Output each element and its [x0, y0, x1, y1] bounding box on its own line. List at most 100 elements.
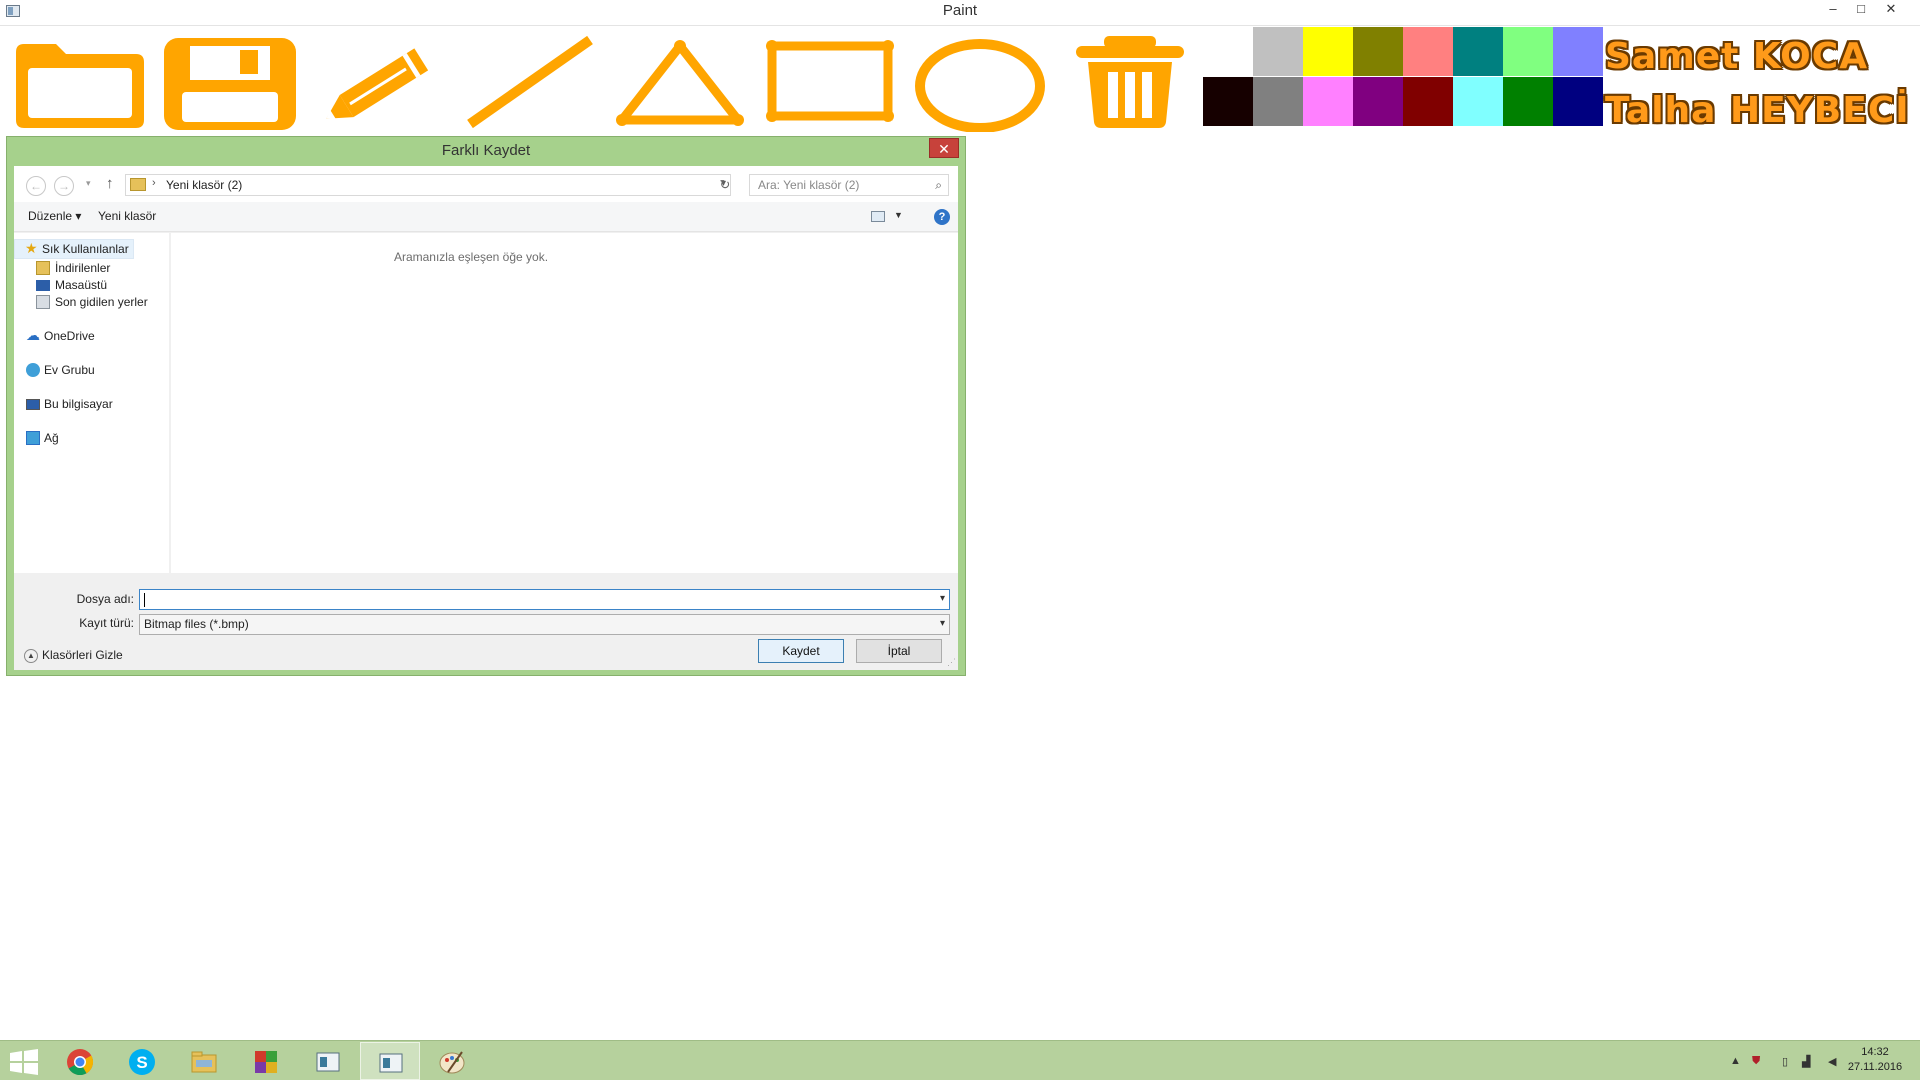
refresh-button[interactable]: ↻ — [714, 174, 736, 196]
close-button[interactable]: ✕ — [1878, 0, 1904, 20]
filetype-value: Bitmap files (*.bmp) — [144, 617, 249, 631]
save-floppy-icon[interactable] — [160, 32, 300, 132]
cancel-button[interactable]: İptal — [856, 639, 942, 663]
save-button[interactable]: Kaydet — [758, 639, 844, 663]
cloud-icon: ☁ — [26, 327, 40, 343]
hide-folders-toggle[interactable]: ▲ Klasörleri Gizle — [24, 648, 123, 663]
color-swatch[interactable] — [1303, 27, 1353, 76]
color-swatch[interactable] — [1453, 77, 1503, 126]
nav-label: Ağ — [44, 431, 59, 445]
save-as-dialog: Farklı Kaydet ✕ ← → ▾ ↑ › Yeni klasör (2… — [6, 136, 966, 676]
paint-palette-icon — [439, 1051, 465, 1074]
file-list[interactable]: Aramanızla eşleşen öğe yok. — [171, 233, 958, 573]
rectangle-tool-icon[interactable] — [760, 32, 900, 132]
recent-locations-dropdown[interactable]: ▾ — [86, 178, 91, 189]
winrar-icon — [255, 1051, 277, 1073]
color-swatch[interactable] — [1203, 77, 1253, 126]
taskbar-app-window-1[interactable] — [298, 1042, 358, 1080]
ellipse-tool-icon[interactable] — [910, 32, 1050, 133]
maximize-button[interactable]: □ — [1848, 0, 1874, 20]
color-swatch[interactable] — [1553, 77, 1603, 126]
nav-item-recent-places[interactable]: Son gidilen yerler — [14, 293, 170, 313]
search-input[interactable]: Ara: Yeni klasör (2) ⌕ — [749, 174, 949, 196]
empty-results-message: Aramanızla eşleşen öğe yok. — [393, 250, 549, 264]
trash-icon[interactable] — [1060, 32, 1200, 132]
nav-label: Masaüstü — [55, 278, 108, 292]
address-bar[interactable]: › Yeni klasör (2) ▾ — [125, 174, 731, 196]
system-clock[interactable]: 14:32 27.11.2016 — [1840, 1045, 1910, 1075]
filetype-dropdown-icon[interactable]: ▾ — [940, 618, 945, 629]
author-name-1: Samet KOCA — [1605, 36, 1869, 77]
nav-item-onedrive[interactable]: ☁ OneDrive — [14, 327, 170, 347]
up-button[interactable]: ↑ — [106, 175, 114, 192]
network-signal-icon[interactable]: ▟ — [1802, 1055, 1810, 1068]
color-swatch[interactable] — [1403, 27, 1453, 76]
skype-icon: S — [129, 1049, 155, 1075]
nav-item-network[interactable]: Ağ — [14, 429, 170, 449]
filetype-select[interactable]: Bitmap files (*.bmp) ▾ — [139, 614, 950, 635]
back-button[interactable]: ← — [26, 176, 46, 196]
start-button[interactable] — [8, 1049, 40, 1075]
color-swatch[interactable] — [1503, 77, 1553, 126]
pencil-icon[interactable] — [310, 32, 450, 132]
breadcrumb-path[interactable]: Yeni klasör (2) — [166, 178, 242, 192]
forward-button[interactable]: → — [54, 176, 74, 196]
filename-input[interactable]: ▾ — [139, 589, 950, 610]
dialog-body: ← → ▾ ↑ › Yeni klasör (2) ▾ ↻ Ara: Yeni … — [14, 166, 958, 670]
battery-icon[interactable]: ▯ — [1782, 1055, 1788, 1068]
taskbar-app-chrome[interactable] — [50, 1042, 110, 1080]
color-swatch[interactable] — [1553, 27, 1603, 76]
text-caret — [144, 593, 145, 607]
taskbar-app-skype[interactable]: S — [112, 1042, 172, 1080]
chrome-icon — [67, 1049, 94, 1076]
taskbar-app-window-2[interactable] — [360, 1042, 420, 1080]
volume-icon[interactable]: ◀ — [1828, 1055, 1836, 1068]
taskbar: S ▲ ⛊ ▯ ▟ ◀ 14:32 27.11.2016 — [0, 1040, 1920, 1080]
save-form: Dosya adı: ▾ Kayıt türü: Bitmap files (*… — [14, 574, 958, 670]
app-window-icon — [316, 1052, 340, 1072]
windows-logo-icon — [10, 1049, 38, 1075]
toolbar — [0, 26, 1200, 134]
nav-item-homegroup[interactable]: Ev Grubu — [14, 361, 170, 381]
nav-item-favorites[interactable]: ★ Sık Kullanılanlar — [14, 239, 134, 259]
nav-label: OneDrive — [44, 329, 95, 343]
clock-time: 14:32 — [1861, 1046, 1889, 1058]
taskbar-app-file-explorer[interactable] — [174, 1042, 234, 1080]
line-tool-icon[interactable] — [460, 32, 600, 132]
clock-date: 27.11.2016 — [1847, 1061, 1903, 1073]
help-icon[interactable]: ? — [934, 209, 950, 225]
organize-menu[interactable]: Düzenle ▾ — [28, 209, 81, 223]
triangle-tool-icon[interactable] — [610, 32, 750, 132]
taskbar-app-paint[interactable] — [422, 1042, 482, 1080]
color-swatch[interactable] — [1253, 27, 1303, 76]
taskbar-app-winrar[interactable] — [236, 1042, 296, 1080]
filetype-label: Kayıt türü: — [79, 616, 134, 630]
resize-grip-icon[interactable]: ⋰ — [947, 657, 956, 668]
antivirus-shield-icon[interactable]: ⛊ — [1752, 1055, 1760, 1068]
view-options-icon[interactable] — [871, 211, 885, 222]
dialog-close-button[interactable]: ✕ — [929, 138, 959, 158]
color-swatch[interactable] — [1453, 27, 1503, 76]
open-folder-icon[interactable] — [10, 32, 150, 132]
color-swatch[interactable] — [1303, 77, 1353, 126]
nav-label: Sık Kullanılanlar — [42, 242, 129, 256]
downloads-folder-icon — [36, 261, 50, 275]
filename-dropdown-icon[interactable]: ▾ — [940, 593, 945, 604]
star-icon: ★ — [25, 240, 38, 256]
color-palette — [1203, 27, 1603, 126]
breadcrumb-separator-icon: › — [152, 177, 156, 189]
color-swatch[interactable] — [1503, 27, 1553, 76]
new-folder-button[interactable]: Yeni klasör — [98, 209, 156, 223]
show-hidden-icons-icon[interactable]: ▲ — [1730, 1055, 1741, 1067]
dialog-title: Farklı Kaydet — [441, 142, 531, 159]
nav-label: Son gidilen yerler — [55, 295, 148, 309]
color-swatch[interactable] — [1253, 77, 1303, 126]
view-dropdown-icon[interactable]: ▼ — [894, 210, 903, 220]
color-swatch[interactable] — [1353, 77, 1403, 126]
computer-icon — [26, 399, 40, 410]
color-swatch[interactable] — [1353, 27, 1403, 76]
color-swatch[interactable] — [1403, 77, 1453, 126]
nav-item-this-pc[interactable]: Bu bilgisayar — [14, 395, 170, 415]
minimize-button[interactable]: – — [1820, 0, 1846, 20]
color-swatch[interactable] — [1203, 27, 1253, 76]
